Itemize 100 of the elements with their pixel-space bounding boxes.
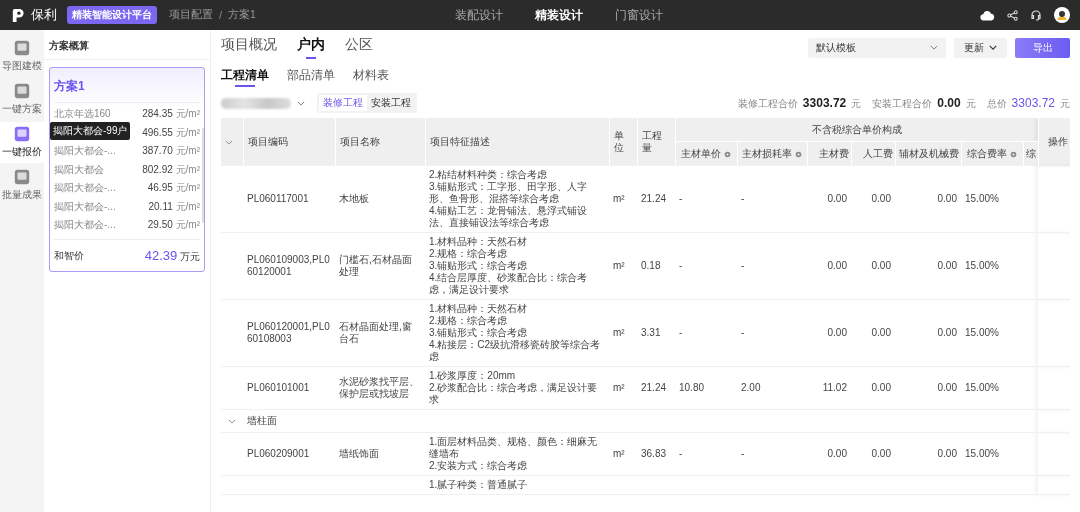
table-cell: - [679,260,683,271]
description-line: 1.材料品种：天然石材 [429,236,529,248]
total-price: 42.39 万元 [144,247,200,264]
nav-tab[interactable]: 精装设计 [535,7,583,23]
column-header: 操作 [1038,118,1070,166]
table-cell: PL060117001 [247,193,309,204]
description-line: 1.材料品种：天然石材 [429,303,529,315]
unit-price: 284.35 元/m² [142,107,200,122]
unit-price: 20.11 元/m² [148,199,200,214]
table-cell: - [741,260,745,271]
table-cell: - [679,448,683,459]
total-value: 3303.72 [1011,95,1055,110]
column-header: 辅材及机械费 [895,141,961,166]
table-cell: 0.00 [937,327,957,338]
sub-tab[interactable]: 材料表 [353,68,389,87]
table-cell: - [679,327,683,338]
tab[interactable]: 项目概况 [221,36,277,59]
group-title: 墙柱面 [247,415,277,426]
table-cell: 21.24 [641,382,667,393]
table-cell: 水泥砂浆找平层、保护层或找坡层 [339,376,419,399]
table-cell: 0.00 [871,193,891,204]
table-cell: 0.00 [937,193,957,204]
rail-item[interactable]: 批量成果 [0,165,44,206]
sub-tab[interactable]: 部品清单 [287,68,335,87]
table-cell: 15.00% [965,448,999,459]
total-label: 装修工程合价 [737,96,798,111]
table-cell: 36.83 [641,448,667,459]
breadcrumb-link[interactable]: 方案1 [228,8,256,22]
breadcrumb-separator: / [219,9,223,21]
avatar-icon[interactable] [1054,7,1070,23]
segment-button[interactable]: 安装工程 [367,95,415,111]
rail-item[interactable]: 一键报价 [0,122,44,163]
nav-tab[interactable]: 门窗设计 [615,7,663,23]
table-cell: m² [613,260,625,271]
table-cell: 3.31 [641,327,661,338]
platform-badge: 精装智能设计平台 [67,6,157,24]
table-cell: 15.00% [965,260,999,271]
tool-icon [13,39,31,57]
sub-tab[interactable]: 工程清单 [221,68,269,87]
description-line: 2.规格：综合考虑 [429,315,509,327]
chevron-down-icon[interactable] [228,419,236,424]
description-line: 3.铺贴形式：综合考虑 [429,260,529,272]
caret-icon[interactable] [989,45,997,50]
table-cell: PL060109003,PL060120001 [247,254,330,277]
column-header: 单位 [609,118,637,166]
tool-icon [13,125,31,143]
table-cell: 15.00% [965,327,999,338]
scheme-card[interactable]: 方案1 北京年选160 284.35 元/m² 496.55 元/m² 揭阳大都会-... 387.70 元/m² 揭阳大都会 802.92 元/m² 揭阳大都会-... 46.95 元/m² 揭阳大都会-... 20.11 元/m² 揭阳大都会-... 29.50 元/m² 揭阳大都会-99户 和智价 42.39 万元 [49,67,205,272]
cloud-icon[interactable] [980,9,995,21]
rail-item[interactable]: 导图建模 [0,36,44,77]
table-cell: 11.02 [822,382,847,393]
column-group-header: 不含税综合单价构成 [675,118,1038,142]
nav-tab[interactable]: 装配设计 [455,7,503,23]
description-line: 4.粘接层：C2级抗滑移瓷砖胶等综合考虑 [429,339,602,363]
total-label: 安装工程合价 [872,96,933,111]
unit-price: 46.95 元/m² [147,181,200,196]
total-label: 总价 [986,96,1007,111]
table-cell: 0.00 [827,327,847,338]
table-cell: 15.00% [965,382,999,393]
description-line: 2.粘结材料种类：综合考虑 [429,169,549,181]
currency-unit: 元 [1060,96,1070,111]
total-value: 3303.72 [802,95,847,110]
export-button[interactable]: 导出 [1015,37,1070,58]
unit-price: 496.55 元/m² [142,125,200,140]
column-header: 项目名称 [335,118,425,166]
scheme-name: 揭阳大都会-... [54,199,116,214]
table-cell: - [679,193,683,204]
segment-button[interactable]: 装修工程 [319,95,367,111]
share-icon[interactable] [1007,9,1018,21]
template-select[interactable]: 默认模板 [808,37,946,58]
table-cell: PL060101001 [247,382,310,393]
table-cell: m² [613,382,625,393]
headset-icon[interactable] [1030,9,1042,21]
update-button[interactable]: 更新 [954,37,1007,58]
table-cell: 21.24 [641,193,667,204]
table-cell: 0.00 [937,382,957,393]
table-cell: m² [613,448,625,459]
panel-title: 方案概算 [44,30,210,60]
logo-icon [10,7,25,23]
tool-icon [13,168,31,186]
table-cell: PL060209001 [247,448,310,459]
table-cell: 门槛石,石材晶面处理 [339,254,412,277]
settings-icon[interactable] [795,151,802,158]
column-header: 人工费 [851,141,895,166]
breadcrumb-link[interactable]: 项目配置 [169,8,213,22]
tab[interactable]: 公区 [345,36,373,59]
chevron-down-icon[interactable] [225,140,233,145]
card-title: 方案1 [54,68,200,103]
tab[interactable]: 户内 [297,36,325,59]
settings-icon[interactable] [724,151,731,158]
scheme-name: 揭阳大都会 [54,162,104,177]
settings-icon[interactable] [1010,151,1017,158]
description-line: 1.面层材料品类、规格、颜色：细麻无缝墙布 [429,436,599,460]
description-line: 1.腻子种类：普通腻子 [429,479,529,491]
table-cell: 0.18 [641,260,661,271]
header-cell[interactable] [221,118,243,166]
rail-item[interactable]: 一键方案 [0,79,44,120]
unit-price: 802.92 元/m² [142,162,200,177]
table-cell: 0.00 [871,382,891,393]
table-cell: 0.00 [871,448,891,459]
